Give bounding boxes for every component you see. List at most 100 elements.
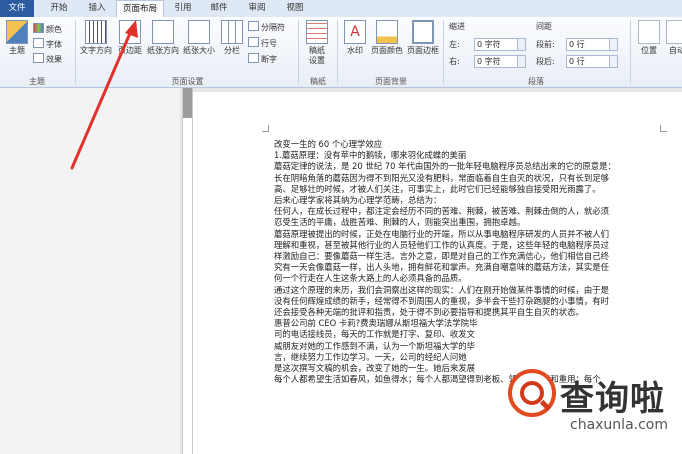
document-line: 究有一天会像蘑菇一样，出人头地，拥有鲜花和掌声。充满自嘲意味的蘑菇方法，其实是任: [274, 262, 609, 273]
breaks-button[interactable]: 分隔符: [248, 21, 285, 32]
line-numbers-icon: [248, 37, 259, 47]
margins-button[interactable]: 页边距: [115, 20, 145, 56]
orientation-icon: [152, 20, 174, 44]
page-color-button[interactable]: 页面颜色: [370, 20, 404, 56]
magnifier-logo-icon: [508, 369, 556, 417]
vertical-ruler[interactable]: [182, 88, 193, 454]
document-line: 蘑菇原理被提出的时候，正处在电脑行业的开端，所以从事电脑程序研发的人员并不被人们: [274, 228, 609, 239]
text-direction-label: 文字方向: [80, 46, 112, 55]
ruler-margin: [183, 88, 192, 118]
line-numbers-button[interactable]: 行号: [248, 37, 277, 48]
tab-file[interactable]: 文件: [0, 0, 34, 17]
spacing-after-input[interactable]: 0 行: [566, 55, 618, 68]
document-body[interactable]: 改变一生的 60 个心理学效应 1.蘑菇原理：没有苹中的鹅犊，哪来羽化成蝶的美丽蘑…: [274, 139, 676, 385]
group-separator: [298, 20, 299, 84]
document-line: 没有任何辉煌成绩的新手，经常得不到周围人的重视，多半会干些打杂跑腿的小事情，有时: [274, 295, 609, 306]
document-line: 任何人，在成长过程中，都注定会经历不同的苦难、荆棘，被苦难、荆棘击倒的人，就必须: [274, 206, 609, 217]
tab-review[interactable]: 审阅: [240, 0, 274, 17]
group-label-theme: 主题: [29, 77, 45, 86]
columns-label: 分栏: [224, 46, 240, 55]
wrap-text-button[interactable]: 自动: [664, 20, 682, 56]
colors-icon: [33, 23, 44, 33]
theme-effects-label: 效果: [46, 55, 62, 64]
left-panel: [0, 88, 180, 454]
indent-heading: 缩进: [449, 22, 465, 31]
line-numbers-label: 行号: [261, 39, 277, 48]
page-borders-label: 页面边框: [407, 46, 439, 55]
document-line: 威朋友对她的工作感到不满，认为一个斯坦福大学的毕: [274, 340, 475, 351]
spacing-before-label: 段前:: [536, 40, 555, 49]
indent-left-input[interactable]: 0 字符: [474, 38, 526, 51]
spacing-after-label: 段后:: [536, 57, 555, 66]
themes-button[interactable]: 主题: [2, 20, 32, 56]
page-color-icon: [376, 20, 398, 44]
group-label-background: 页面背景: [375, 77, 407, 86]
theme-fonts-button[interactable]: 字体: [33, 38, 62, 49]
group-separator: [443, 20, 444, 84]
indent-right-label: 右:: [449, 57, 460, 66]
document-line: 何一个行走在人生这条大路上的人必须具备的品质。: [274, 273, 467, 284]
document-line: 长在阴暗角落的蘑菇因为得不到阳光又没有肥料，常面临着自生自灭的状况，只有长到足够: [274, 172, 609, 183]
page-size-label: 纸张大小: [183, 46, 215, 55]
effects-icon: [33, 53, 44, 63]
theme-colors-label: 颜色: [46, 25, 62, 34]
breaks-label: 分隔符: [261, 23, 285, 32]
draft-paper-button[interactable]: 稿纸设置: [302, 20, 332, 66]
document-line: 司的电话接线员，每天的工作就是打字、复印、收发文: [274, 329, 475, 340]
corner-mark: [262, 125, 269, 132]
document-line: 样激励自己：要像蘑菇一样生活。言外之意，即是对自己的工作充满信心，他们相信自己终: [274, 251, 609, 262]
page-color-label: 页面颜色: [371, 46, 403, 55]
wrap-text-icon: [666, 20, 682, 44]
document-line: 通过这个原理的来历，我们会洞察出这样的现实：人们在刚开始做某件事情的时候，由于是: [274, 284, 609, 295]
text-direction-icon: [85, 20, 107, 44]
position-icon: [638, 20, 660, 44]
columns-button[interactable]: 分栏: [218, 20, 246, 56]
wrap-text-label: 自动: [669, 46, 682, 55]
themes-icon: [6, 20, 28, 44]
tab-references[interactable]: 引用: [166, 0, 200, 17]
ribbon-tab-bar: 文件 开始 插入 页面布局 引用 邮件 审阅 视图: [0, 0, 682, 18]
document-line: 后来心理学家将其纳为心理学范畴，总结为：: [274, 195, 442, 206]
corner-mark: [660, 125, 667, 132]
document-line: 高、足够壮的时候，才被人们关注，可事实上，此时它们已经能够独自接受阳光雨露了。: [274, 183, 601, 194]
group-separator: [337, 20, 338, 84]
orientation-label: 纸张方向: [147, 46, 179, 55]
group-separator: [630, 20, 631, 84]
hyphenation-label: 断字: [261, 55, 277, 64]
page-size-button[interactable]: 纸张大小: [182, 20, 216, 56]
group-label-page-setup: 页面设置: [171, 77, 204, 86]
position-label: 位置: [641, 46, 657, 55]
watermark-cn: 查询啦: [560, 379, 665, 419]
page-size-icon: [188, 20, 210, 44]
breaks-icon: [248, 21, 259, 31]
ribbon: 主题 颜色 字体 效果 主题 文字方向 页边距 纸张方向 纸张大小 分栏 分隔符…: [0, 17, 682, 88]
page-borders-button[interactable]: 页面边框: [406, 20, 440, 56]
orientation-button[interactable]: 纸张方向: [146, 20, 180, 56]
tab-insert[interactable]: 插入: [80, 0, 114, 17]
spacing-heading: 间距: [536, 22, 552, 31]
margins-label: 页边距: [118, 46, 142, 55]
watermark-label: 水印: [347, 46, 363, 55]
document-line: 惠普公司前 CEO 卡莉?费奥瑞娜从斯坦福大学法学院毕: [274, 318, 478, 329]
document-line: 1.蘑菇原理：没有苹中的鹅犊，哪来羽化成蝶的美丽: [274, 150, 467, 161]
watermark-en: chaxunla.com: [570, 417, 668, 433]
tab-mailings[interactable]: 邮件: [202, 0, 236, 17]
document-line: 改变一生的 60 个心理学效应: [274, 139, 383, 149]
tab-home[interactable]: 开始: [42, 0, 76, 17]
spacing-before-input[interactable]: 0 行: [566, 38, 618, 51]
margins-icon: [119, 20, 141, 44]
hyphenation-icon: [248, 53, 259, 63]
tab-view[interactable]: 视图: [278, 0, 312, 17]
page-borders-icon: [412, 20, 434, 44]
indent-right-input[interactable]: 0 字符: [474, 55, 526, 68]
group-separator: [75, 20, 76, 84]
hyphenation-button[interactable]: 断字: [248, 53, 277, 64]
watermark-button[interactable]: A 水印: [340, 20, 370, 56]
themes-label: 主题: [9, 46, 25, 55]
theme-effects-button[interactable]: 效果: [33, 53, 62, 64]
columns-icon: [221, 20, 243, 44]
position-button[interactable]: 位置: [634, 20, 664, 56]
text-direction-button[interactable]: 文字方向: [80, 20, 112, 56]
tab-page-layout[interactable]: 页面布局: [116, 0, 164, 18]
theme-colors-button[interactable]: 颜色: [33, 23, 62, 34]
